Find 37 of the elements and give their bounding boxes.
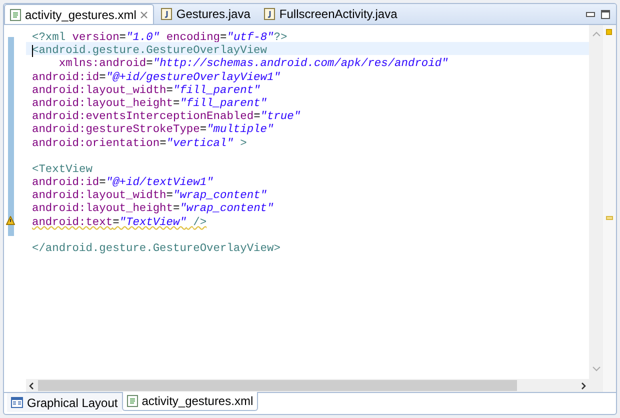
editor-page-tab[interactable]: Graphical Layout xyxy=(7,393,122,412)
editor-tab[interactable]: activity_gestures.xml xyxy=(4,4,154,24)
code-line: android:id="@+id/gestureOverlayView1" xyxy=(32,72,280,84)
warning-icon[interactable] xyxy=(6,216,15,225)
code-line: android:gestureStrokeType="multiple" xyxy=(32,124,274,136)
java-file-icon xyxy=(264,8,276,20)
editor-tab[interactable]: FullscreenActivity.java xyxy=(257,4,404,24)
code-line: </android.gesture.GestureOverlayView> xyxy=(32,243,280,255)
code-line: xmlns:android="http://schemas.android.com/apk/res/android" xyxy=(58,58,448,70)
code-line: android:layout_height="fill_parent" xyxy=(32,98,267,110)
code-line: android:layout_width="wrap_content" xyxy=(32,190,267,202)
code-line: <TextView xyxy=(32,164,92,176)
code-line: android:layout_width="fill_parent" xyxy=(32,84,260,97)
warning-marker[interactable] xyxy=(606,216,613,220)
scroll-down-icon[interactable] xyxy=(592,366,600,372)
code-line: <android.gesture.GestureOverlayView xyxy=(32,45,267,58)
code-line: android:eventsInterceptionEnabled="true" xyxy=(32,111,301,124)
code-line: android:text="TextView" /> xyxy=(32,216,207,229)
scroll-up-icon[interactable] xyxy=(592,31,600,37)
code-line: <?xml version="1.0" encoding="utf-8"?> xyxy=(32,32,288,44)
text-cursor xyxy=(32,45,33,58)
xml-file-icon xyxy=(10,8,21,20)
layout-icon xyxy=(11,397,23,408)
code-line: android:layout_height="wrap_content" xyxy=(32,203,274,216)
maximize-icon[interactable] xyxy=(601,10,610,18)
close-icon[interactable] xyxy=(140,10,148,18)
java-file-icon xyxy=(161,8,172,20)
code-line: android:id="@+id/textView1" xyxy=(32,177,214,190)
code-line: android:orientation="vertical" > xyxy=(32,138,247,150)
warning-summary-icon[interactable] xyxy=(606,29,612,35)
minimize-icon[interactable] xyxy=(586,12,595,16)
vertical-scrollbar[interactable] xyxy=(589,25,603,392)
xml-file-icon xyxy=(126,395,138,407)
horizontal-scrollbar[interactable] xyxy=(26,379,589,392)
scroll-thumb[interactable] xyxy=(38,380,517,391)
editor-tab[interactable]: Gestures.java xyxy=(154,4,258,24)
editor-page-tab[interactable]: activity_gestures.xml xyxy=(122,392,258,411)
